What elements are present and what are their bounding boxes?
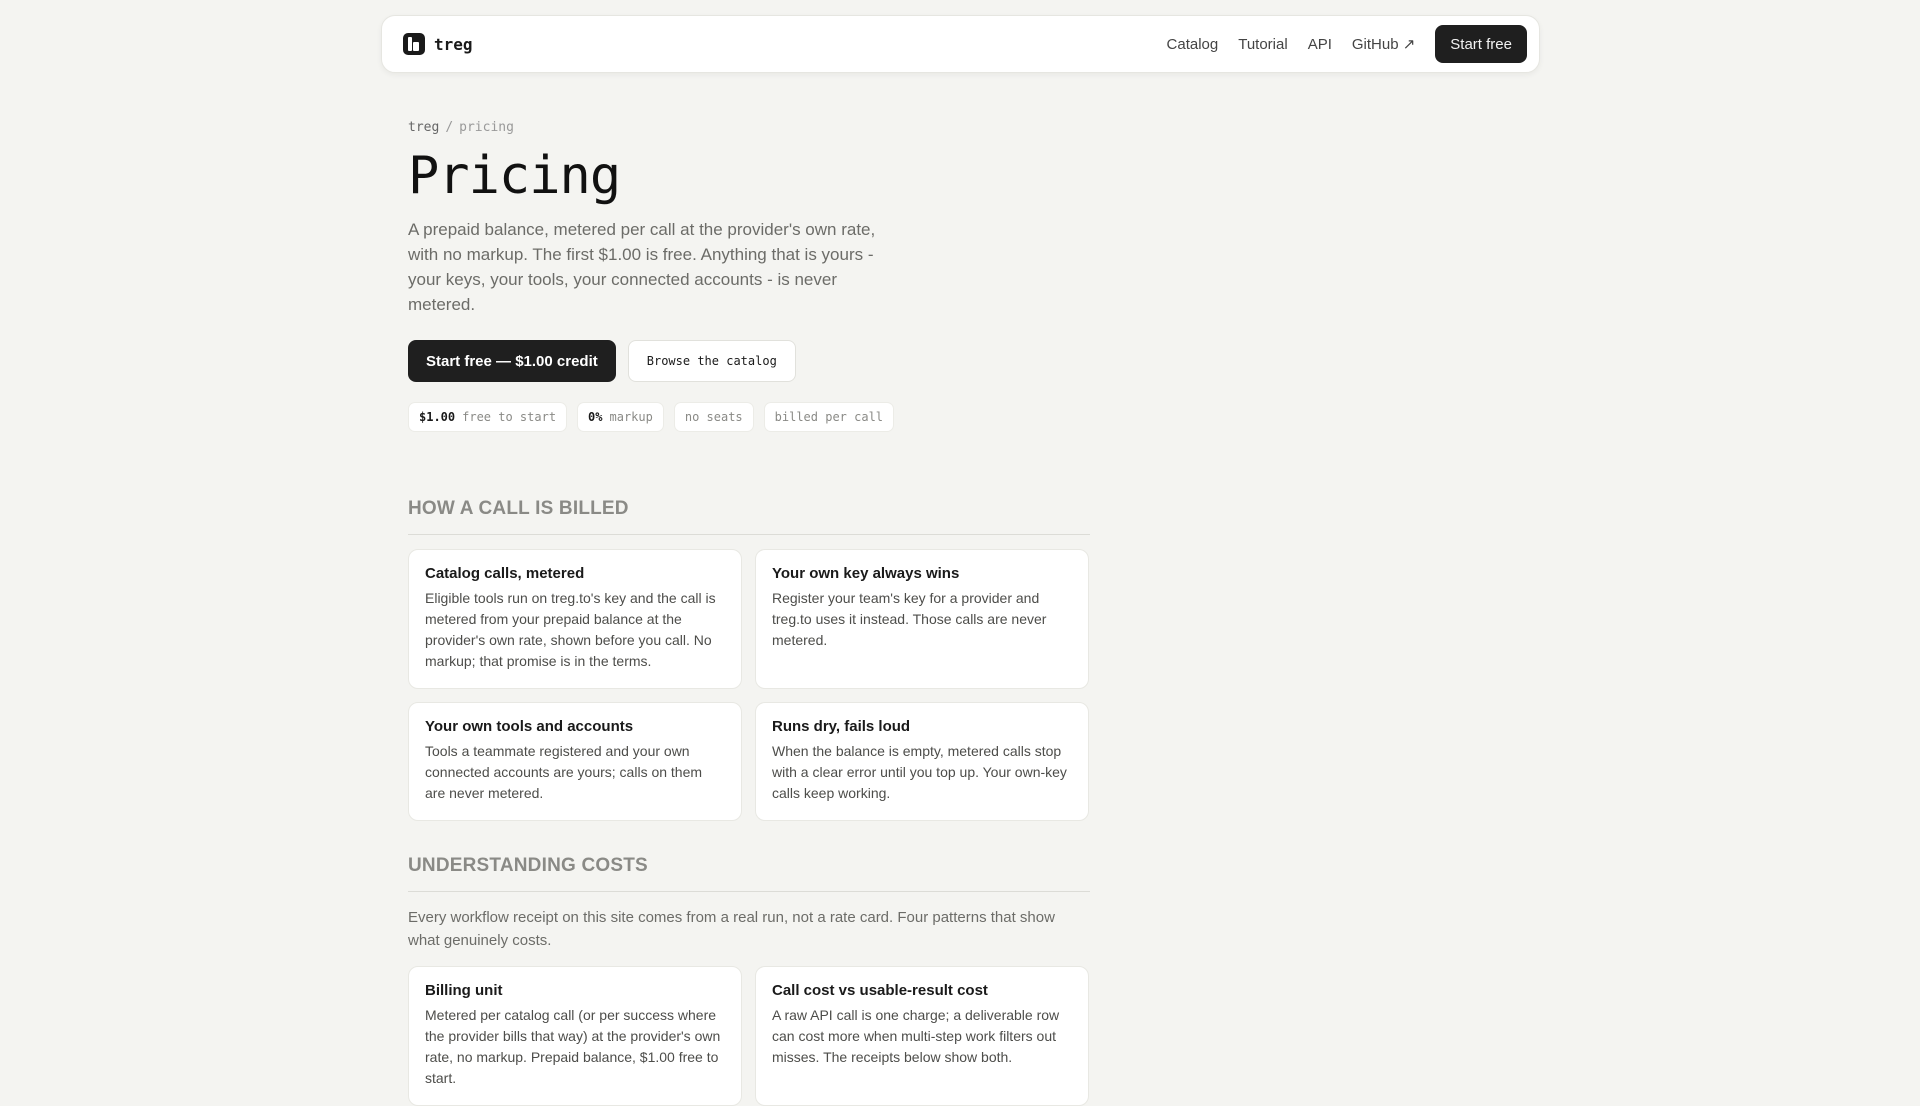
nav-link-api[interactable]: API [1308,36,1332,53]
card-body: When the balance is empty, metered calls… [772,743,1067,801]
brand[interactable]: treg [403,33,473,55]
chip-text: billed per call [774,410,884,424]
cost-card: Call cost vs usable-result cost A raw AP… [755,966,1089,1106]
pricing-chips: $1.00 free to start 0% markup no seats bil… [408,402,1090,432]
chip-markup: 0% markup [577,402,664,432]
billing-card: Catalog calls, metered Eligible tools ru… [408,549,742,689]
costs-description: Every workflow receipt on this site come… [408,909,1055,949]
nav-link-catalog[interactable]: Catalog [1167,36,1219,53]
card-body: Register your team's key for a provider … [772,590,1047,648]
billing-card: Your own key always wins Register your t… [755,549,1089,689]
costs-heading: UNDERSTANDING COSTS [408,855,1090,892]
brand-name: treg [434,34,473,54]
cost-card: Billing unit Metered per catalog call (o… [408,966,742,1106]
card-title: Catalog calls, metered [425,565,585,582]
chip-text: no seats [684,410,743,424]
chip-no-seats: no seats [673,402,754,432]
card-title: Billing unit [425,982,503,999]
chip-text: free to start [462,410,557,424]
hero-cta-row: Start free — $1.00 credit Browse the cat… [408,340,1090,382]
nav-link-github[interactable]: GitHub ↗ [1352,35,1415,53]
costs-section: UNDERSTANDING COSTS Every workflow recei… [408,855,1090,1106]
card-title: Your own key always wins [772,565,960,582]
chip-strong: 0% [588,410,603,424]
nav-links: Catalog Tutorial API GitHub ↗ Start free [1167,25,1527,63]
start-free-credit-button[interactable]: Start free — $1.00 credit [408,340,616,382]
billing-card: Runs dry, fails loud When the balance is… [755,702,1089,821]
costs-card-grid: Billing unit Metered per catalog call (o… [408,966,1090,1106]
treg-logo-icon [403,33,425,55]
billing-heading: HOW A CALL IS BILLED [408,498,1090,535]
card-body: Tools a teammate registered and your own… [425,743,703,801]
browse-catalog-button[interactable]: Browse the catalog [627,340,796,382]
nav-link-tutorial[interactable]: Tutorial [1238,36,1287,53]
chip-billed-per-call: billed per call [763,402,895,432]
billing-card: Your own tools and accounts Tools a team… [408,702,742,821]
breadcrumb: treg / pricing [408,120,1090,135]
card-body: Eligible tools run on treg.to's key and … [425,590,716,669]
breadcrumb-root[interactable]: treg [408,120,439,135]
billing-section: HOW A CALL IS BILLED Catalog calls, mete… [408,498,1090,821]
chip-free-start: $1.00 free to start [408,402,568,432]
top-nav: treg Catalog Tutorial API GitHub ↗ Start… [381,15,1540,73]
billing-card-grid: Catalog calls, metered Eligible tools ru… [408,549,1090,821]
card-title: Runs dry, fails loud [772,718,911,735]
page-title: Pricing [408,146,621,206]
breadcrumb-current: pricing [459,120,514,135]
card-title: Your own tools and accounts [425,718,634,735]
chip-text: markup [609,410,653,424]
nav-start-free-button[interactable]: Start free [1435,25,1527,63]
card-body: Metered per catalog call (or per success… [425,1007,721,1086]
breadcrumb-separator: / [445,120,454,135]
chip-strong: $1.00 [419,410,456,424]
hero-lead: A prepaid balance, metered per call at t… [408,220,876,314]
card-title: Call cost vs usable-result cost [772,982,988,999]
main-content: treg / pricing Pricing A prepaid balance, … [408,120,1090,1106]
card-body: A raw API call is one charge; a delivera… [772,1007,1060,1065]
